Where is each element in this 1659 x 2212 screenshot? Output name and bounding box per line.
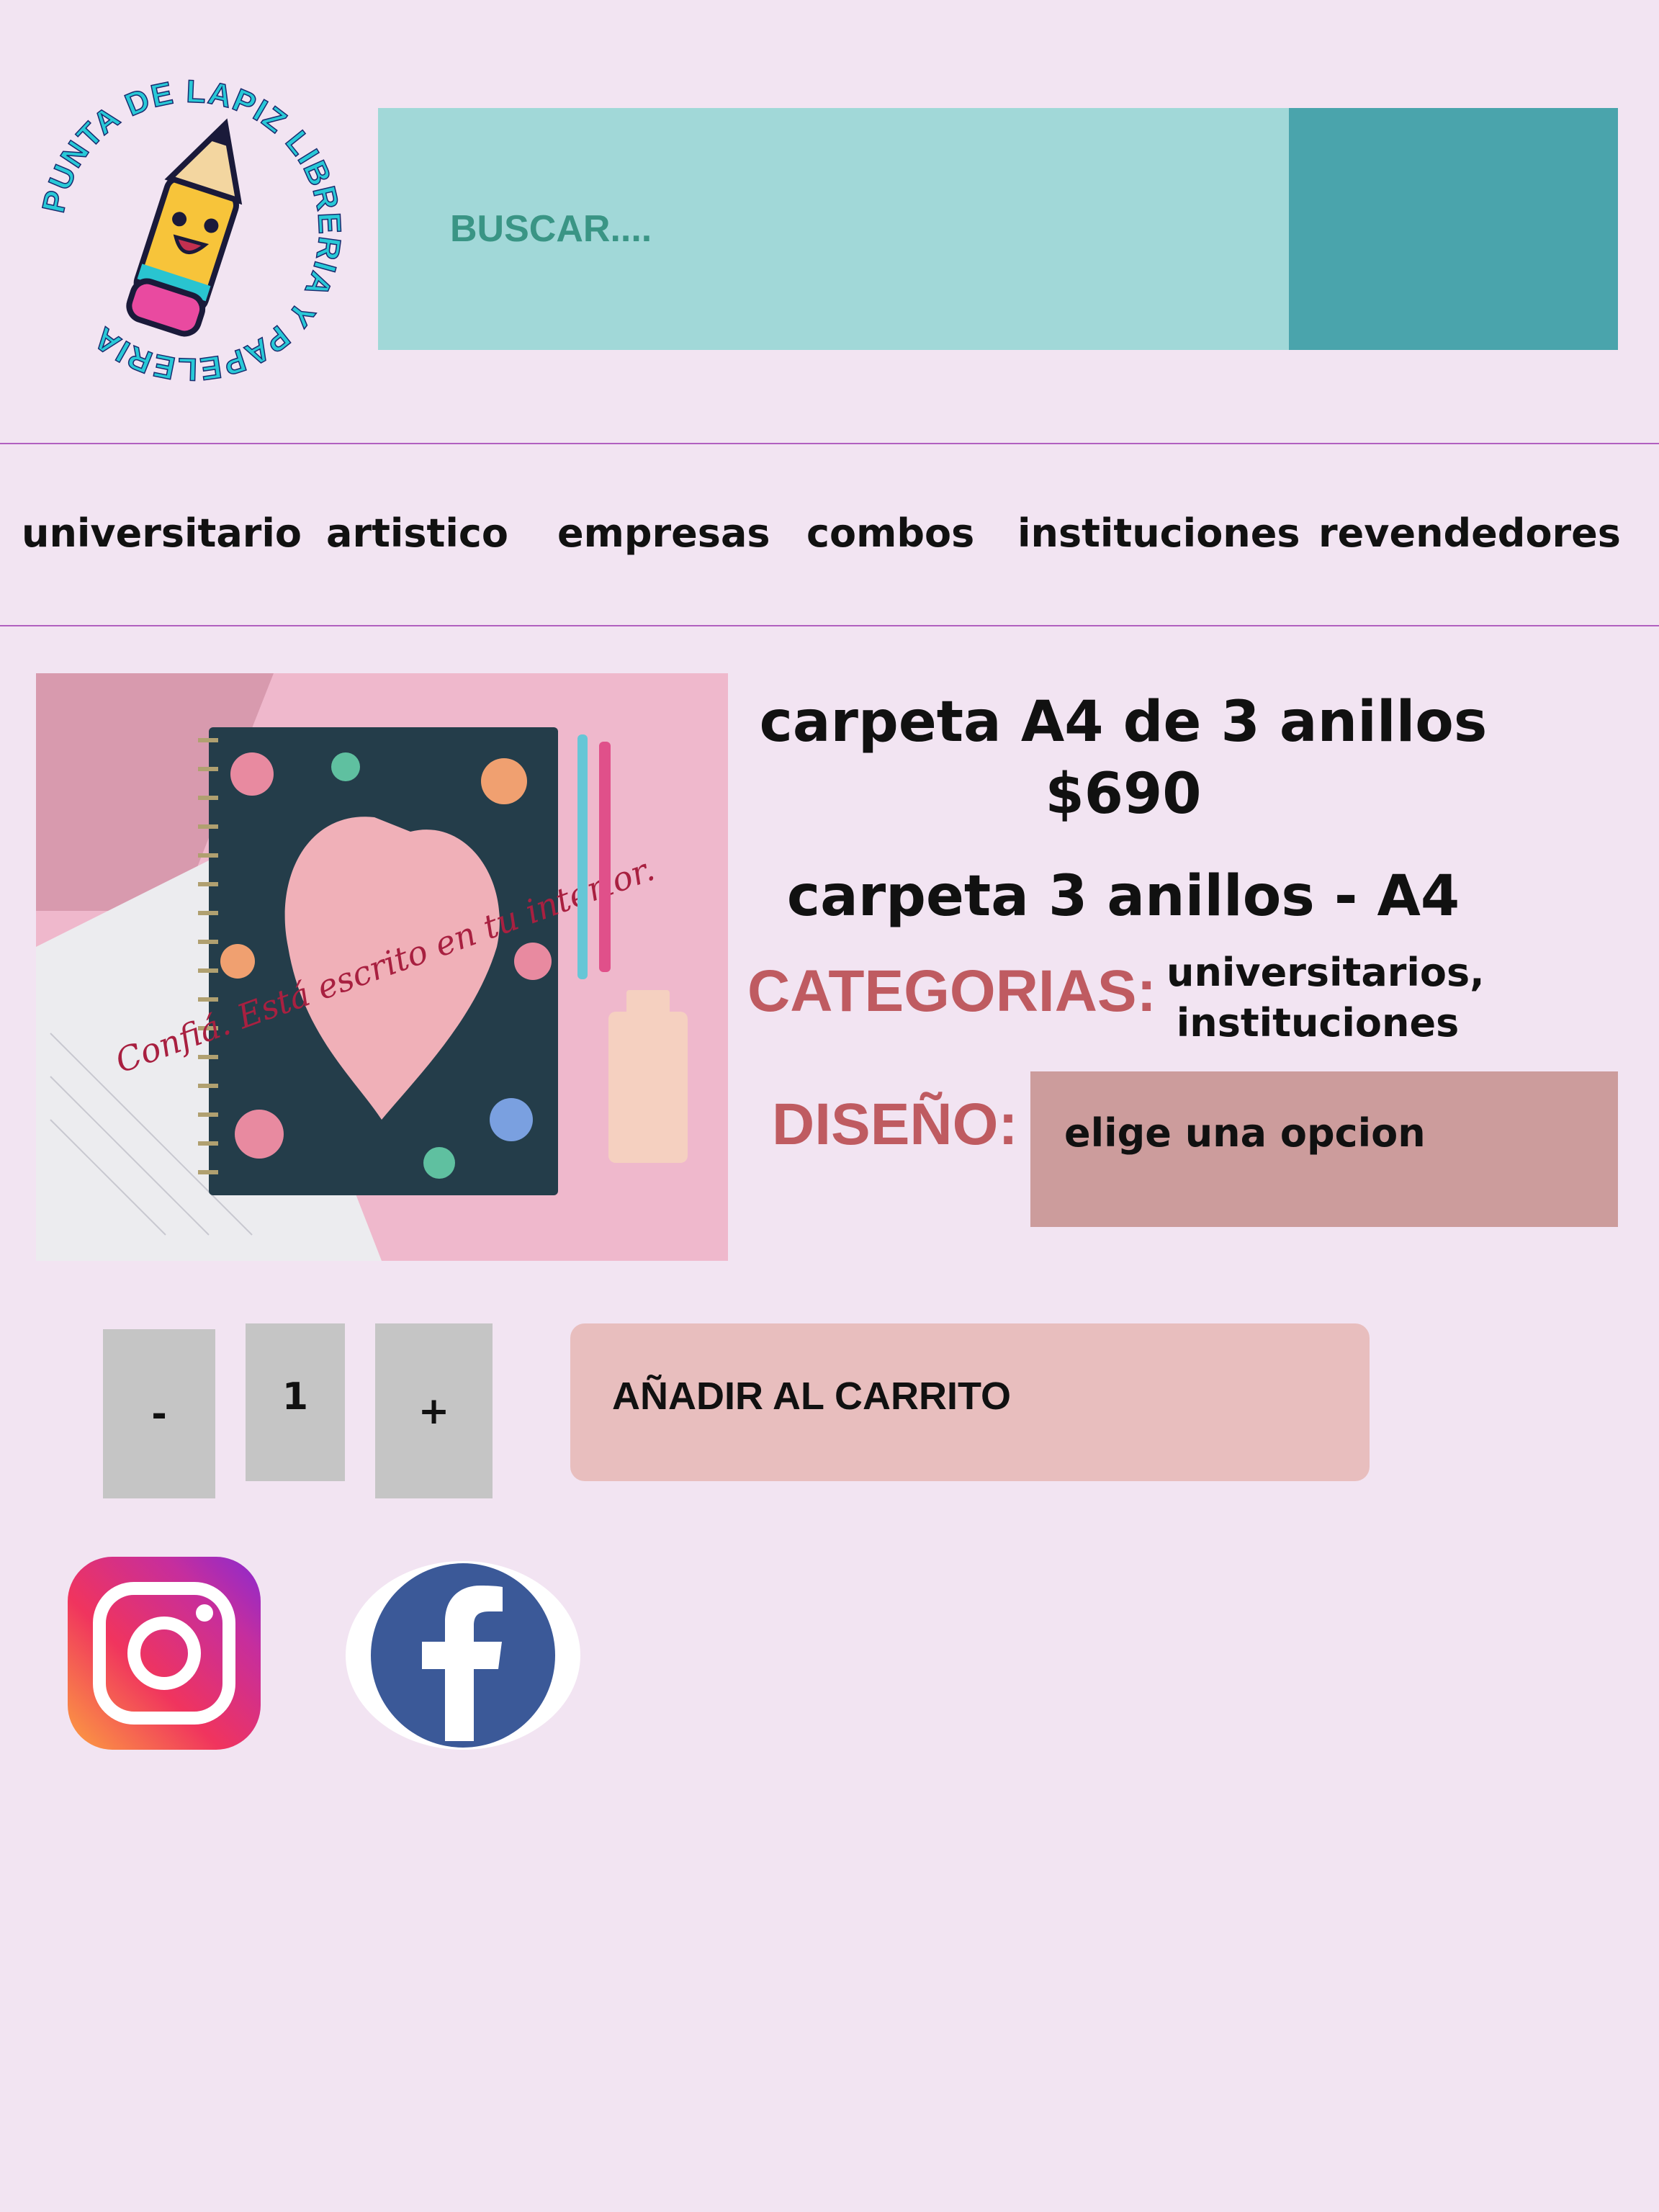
search-bar <box>378 108 1618 350</box>
product-subtitle: carpeta 3 anillos - A4 <box>786 864 1460 929</box>
nav-divider-bottom <box>0 625 1659 626</box>
quantity-increase-button[interactable]: + <box>375 1323 493 1498</box>
nav-item-revendedores[interactable]: revendedores <box>1318 508 1621 559</box>
brand-logo[interactable]: PUNTA DE LAPIZ LIBRERIA Y PAPELERIA <box>36 76 346 385</box>
category-instituciones[interactable]: instituciones <box>1166 998 1469 1048</box>
category-universitarios[interactable]: universitarios, <box>1166 948 1485 998</box>
instagram-icon[interactable] <box>68 1557 261 1750</box>
nav-item-instituciones[interactable]: instituciones <box>1017 508 1300 559</box>
quantity-value: 1 <box>282 1375 309 1419</box>
categories-values: universitarios, instituciones <box>1166 948 1485 1048</box>
quantity-increase-label: + <box>418 1389 450 1433</box>
nav-item-empresas[interactable]: empresas <box>557 508 770 559</box>
quantity-field[interactable]: 1 <box>246 1323 345 1481</box>
search-input[interactable] <box>378 108 1289 350</box>
search-button[interactable] <box>1289 108 1618 350</box>
nav-item-combos[interactable]: combos <box>806 508 974 559</box>
pencil-mascot-icon <box>126 118 243 337</box>
quantity-decrease-button[interactable]: - <box>103 1329 215 1498</box>
product-title: carpeta A4 de 3 anillos <box>759 690 1488 755</box>
categories-label: CATEGORIAS: <box>747 958 1156 1024</box>
design-select[interactable]: elige una opcion <box>1030 1071 1618 1227</box>
add-to-cart-button[interactable]: AÑADIR AL CARRITO <box>570 1323 1370 1481</box>
design-label: DISEÑO: <box>772 1092 1018 1157</box>
nav-item-universitario[interactable]: universitario <box>22 508 302 559</box>
quantity-decrease-label: - <box>151 1392 167 1436</box>
product-price: $690 <box>1045 762 1202 827</box>
product-image: Confiá. Está escrito en tu interior. <box>36 673 728 1261</box>
nav-item-artistico[interactable]: artistico <box>326 508 508 559</box>
nav-divider-top <box>0 443 1659 444</box>
facebook-icon[interactable] <box>346 1561 581 1750</box>
